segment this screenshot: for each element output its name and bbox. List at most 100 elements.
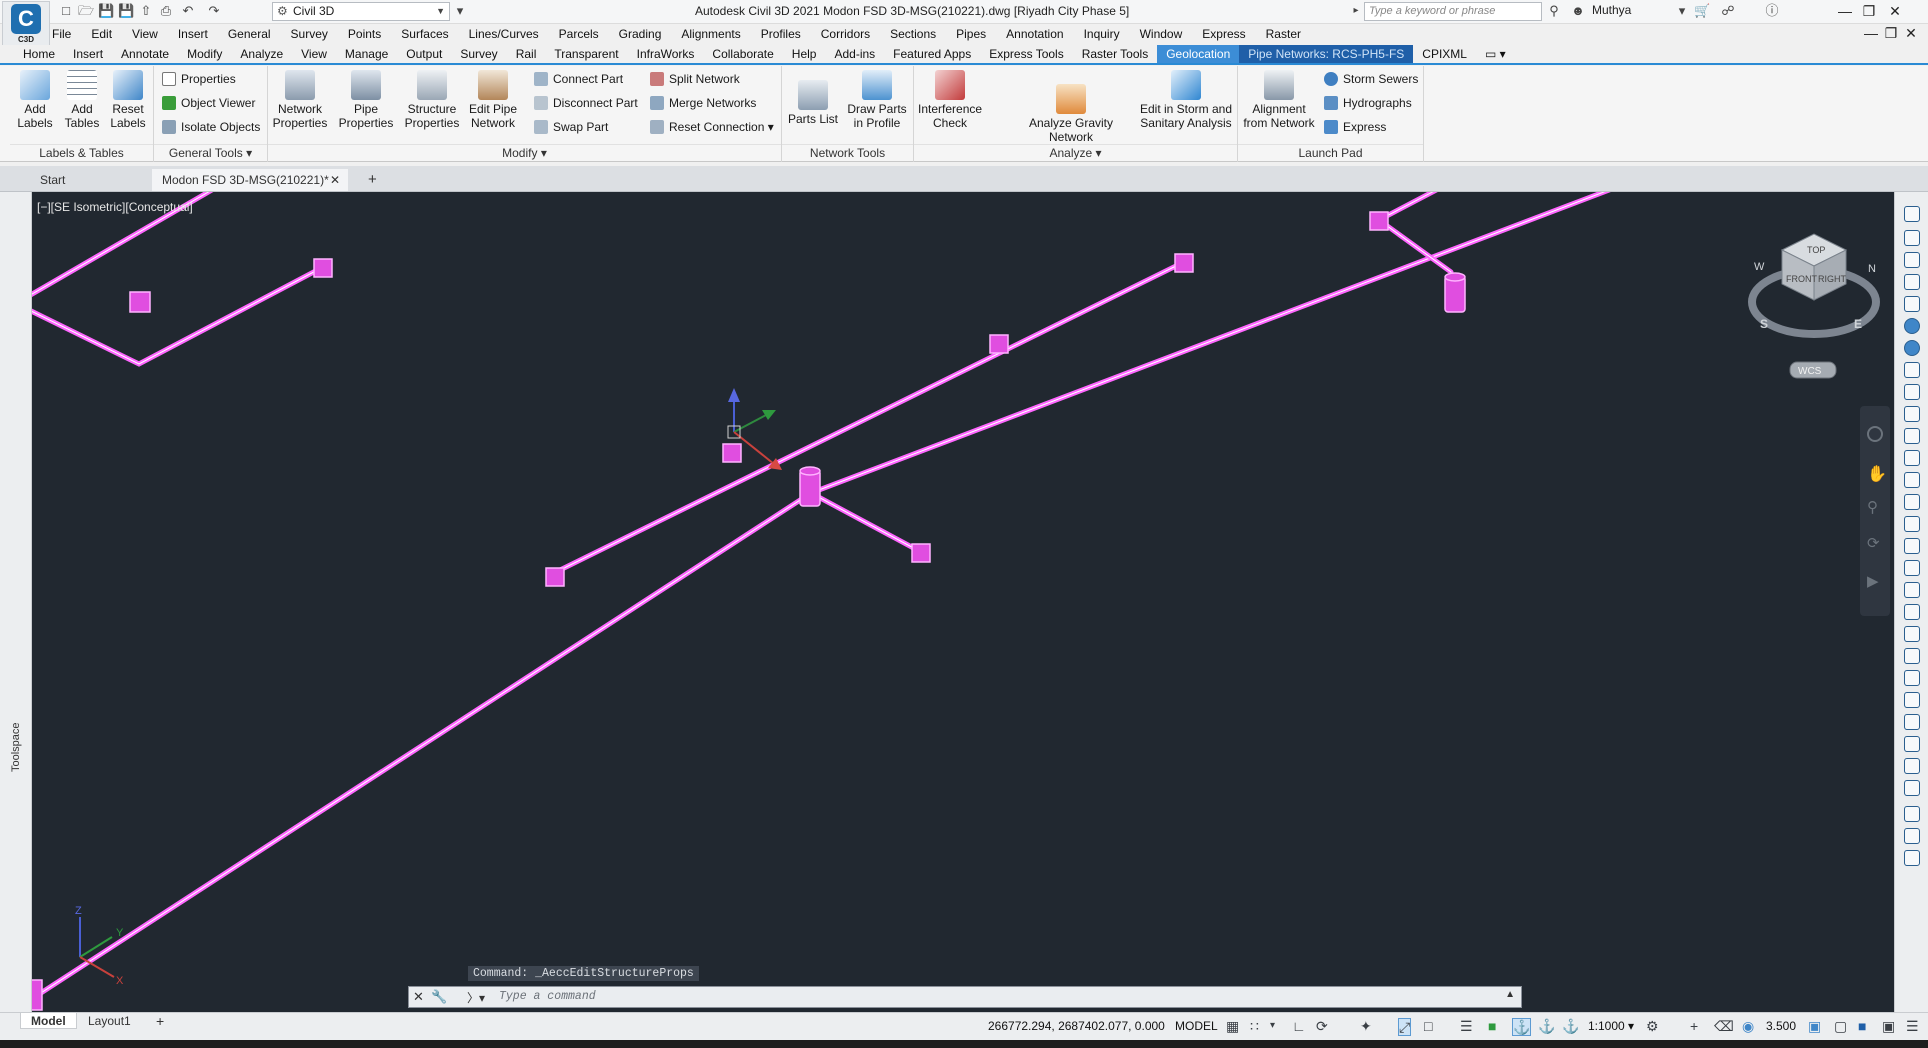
- menu-view[interactable]: View: [132, 27, 158, 41]
- hardware-acceleration-icon[interactable]: ▣: [1808, 1018, 1821, 1034]
- cart-icon[interactable]: 🛒: [1694, 3, 1710, 19]
- annotation-monitor-value[interactable]: 3.500: [1766, 1019, 1796, 1033]
- ribbon-options-icon[interactable]: ▭ ▾: [1476, 45, 1515, 63]
- menu-points[interactable]: Points: [348, 27, 381, 41]
- undo-icon[interactable]: ↶: [180, 3, 196, 19]
- menu-surfaces[interactable]: Surfaces: [401, 27, 448, 41]
- edit-storm-sanitary-button[interactable]: Edit in Storm and Sanitary Analysis: [1138, 70, 1234, 130]
- tab-cpixml[interactable]: CPIXML: [1413, 45, 1476, 63]
- structure[interactable]: [1174, 253, 1194, 273]
- save-as-icon[interactable]: 💾: [118, 3, 134, 19]
- new-tab-button[interactable]: +: [358, 169, 382, 191]
- modify-tool-icon[interactable]: [1904, 582, 1920, 598]
- connect-part-button[interactable]: Connect Part: [534, 70, 623, 88]
- tab-manage[interactable]: Manage: [336, 45, 397, 63]
- tab-start[interactable]: Start: [30, 169, 148, 191]
- modify-tool-icon[interactable]: [1904, 736, 1920, 752]
- viewport-controls-label[interactable]: [−][SE Isometric][Conceptual]: [37, 200, 193, 214]
- modify-tool-icon[interactable]: [1904, 692, 1920, 708]
- menu-lines-curves[interactable]: Lines/Curves: [469, 27, 539, 41]
- model-space-button[interactable]: MODEL: [1175, 1019, 1218, 1033]
- modify-tool-icon[interactable]: [1904, 516, 1920, 532]
- gizmo-z-arrow[interactable]: [728, 388, 740, 402]
- navigation-bar[interactable]: ✋ ⚲ ⟳ ▶: [1860, 406, 1890, 616]
- tab-collaborate[interactable]: Collaborate: [703, 45, 782, 63]
- reset-labels-button[interactable]: Reset Labels: [108, 70, 148, 130]
- draw-tool-icon[interactable]: [1904, 274, 1920, 290]
- interference-check-button[interactable]: Interference Check: [918, 70, 982, 130]
- quick-properties-icon[interactable]: ■: [1858, 1018, 1866, 1034]
- modify-tool-icon[interactable]: [1904, 538, 1920, 554]
- lineweight-icon[interactable]: ☰: [1460, 1018, 1473, 1034]
- close-button[interactable]: ✕: [1884, 2, 1906, 20]
- steering-wheel-icon[interactable]: [1867, 426, 1883, 442]
- qat-customize-icon[interactable]: ▾: [452, 3, 468, 19]
- command-input[interactable]: Type a command: [499, 990, 596, 1003]
- plot-icon[interactable]: ⎙: [158, 3, 174, 19]
- tab-view[interactable]: View: [292, 45, 336, 63]
- ortho-icon[interactable]: ∟: [1292, 1018, 1306, 1034]
- modify-tool-icon[interactable]: [1904, 604, 1920, 620]
- orbit-icon[interactable]: ⟳: [1867, 534, 1880, 552]
- modify-tool-icon[interactable]: [1904, 670, 1920, 686]
- tab-layout1[interactable]: Layout1: [78, 1013, 141, 1029]
- tab-modify[interactable]: Modify: [178, 45, 231, 63]
- menu-raster[interactable]: Raster: [1266, 27, 1301, 41]
- tab-output[interactable]: Output: [397, 45, 451, 63]
- toolspace-palette[interactable]: Toolspace: [0, 192, 32, 1012]
- modify-tool-icon[interactable]: [1904, 384, 1920, 400]
- menu-window[interactable]: Window: [1140, 27, 1183, 41]
- panel-label-modify[interactable]: Modify ▾: [268, 144, 781, 160]
- isodraft-icon[interactable]: ✦: [1360, 1018, 1372, 1034]
- tab-infraworks[interactable]: InfraWorks: [628, 45, 704, 63]
- add-layout-button[interactable]: +: [146, 1013, 174, 1029]
- merge-networks-button[interactable]: Merge Networks: [650, 94, 756, 112]
- structure[interactable]: [129, 291, 151, 313]
- tab-express-tools[interactable]: Express Tools: [980, 45, 1072, 63]
- draw-parts-in-profile-button[interactable]: Draw Parts in Profile: [844, 70, 910, 130]
- clean-screen-icon[interactable]: ▢: [1834, 1018, 1847, 1034]
- disconnect-part-button[interactable]: Disconnect Part: [534, 94, 638, 112]
- modify-tool-icon[interactable]: [1904, 494, 1920, 510]
- panel-label-analyze[interactable]: Analyze ▾: [914, 144, 1237, 160]
- tab-geolocation[interactable]: Geolocation: [1157, 45, 1240, 63]
- tab-home[interactable]: Home: [14, 45, 64, 63]
- annotation-visibility-icon[interactable]: ⚓: [1512, 1018, 1532, 1036]
- parts-list-button[interactable]: Parts List: [788, 80, 838, 126]
- draw-tool-icon[interactable]: [1904, 252, 1920, 268]
- menu-general[interactable]: General: [228, 27, 271, 41]
- tab-model[interactable]: Model: [20, 1013, 77, 1029]
- tab-transparent[interactable]: Transparent: [545, 45, 627, 63]
- pipe[interactable]: [32, 262, 330, 367]
- object-snap-tracking-icon[interactable]: ⤢: [1398, 1018, 1412, 1036]
- object-snap-icon[interactable]: □: [1424, 1018, 1432, 1034]
- isolate-icon[interactable]: ◉: [1742, 1018, 1754, 1034]
- tab-pipe-networks[interactable]: Pipe Networks: RCS-PH5-FS: [1239, 45, 1414, 63]
- pipe-properties-button[interactable]: Pipe Properties: [338, 70, 394, 130]
- polar-icon[interactable]: ⟳: [1316, 1018, 1328, 1034]
- tab-active-drawing[interactable]: Modon FSD 3D-MSG(210221)* ✕: [152, 169, 348, 191]
- draw-tool-icon[interactable]: [1904, 206, 1920, 222]
- modify-tool-icon[interactable]: [1904, 406, 1920, 422]
- restore-button[interactable]: ❐: [1858, 2, 1880, 20]
- menu-grading[interactable]: Grading: [619, 27, 662, 41]
- draw-tool-icon[interactable]: [1904, 230, 1920, 246]
- split-network-button[interactable]: Split Network: [650, 70, 740, 88]
- menu-annotation[interactable]: Annotation: [1006, 27, 1063, 41]
- menu-file[interactable]: File: [52, 27, 71, 41]
- open-icon[interactable]: 🗁: [78, 3, 94, 19]
- menu-insert[interactable]: Insert: [178, 27, 208, 41]
- tab-add-ins[interactable]: Add-ins: [825, 45, 884, 63]
- structure[interactable]: [545, 567, 565, 587]
- swap-part-button[interactable]: Swap Part: [534, 118, 608, 136]
- transparency-icon[interactable]: ■: [1488, 1018, 1496, 1034]
- workspace-select[interactable]: ⚙ Civil 3D ▼: [272, 2, 450, 21]
- menu-edit[interactable]: Edit: [91, 27, 112, 41]
- full-screen-icon[interactable]: ▣: [1882, 1018, 1895, 1034]
- modify-tool-icon[interactable]: [1904, 472, 1920, 488]
- upload-icon[interactable]: ⇧: [138, 3, 154, 19]
- tab-annotate[interactable]: Annotate: [112, 45, 178, 63]
- modify-tool-icon[interactable]: [1904, 828, 1920, 844]
- tab-featured-apps[interactable]: Featured Apps: [884, 45, 980, 63]
- doc-minimize-button[interactable]: —: [1860, 24, 1882, 42]
